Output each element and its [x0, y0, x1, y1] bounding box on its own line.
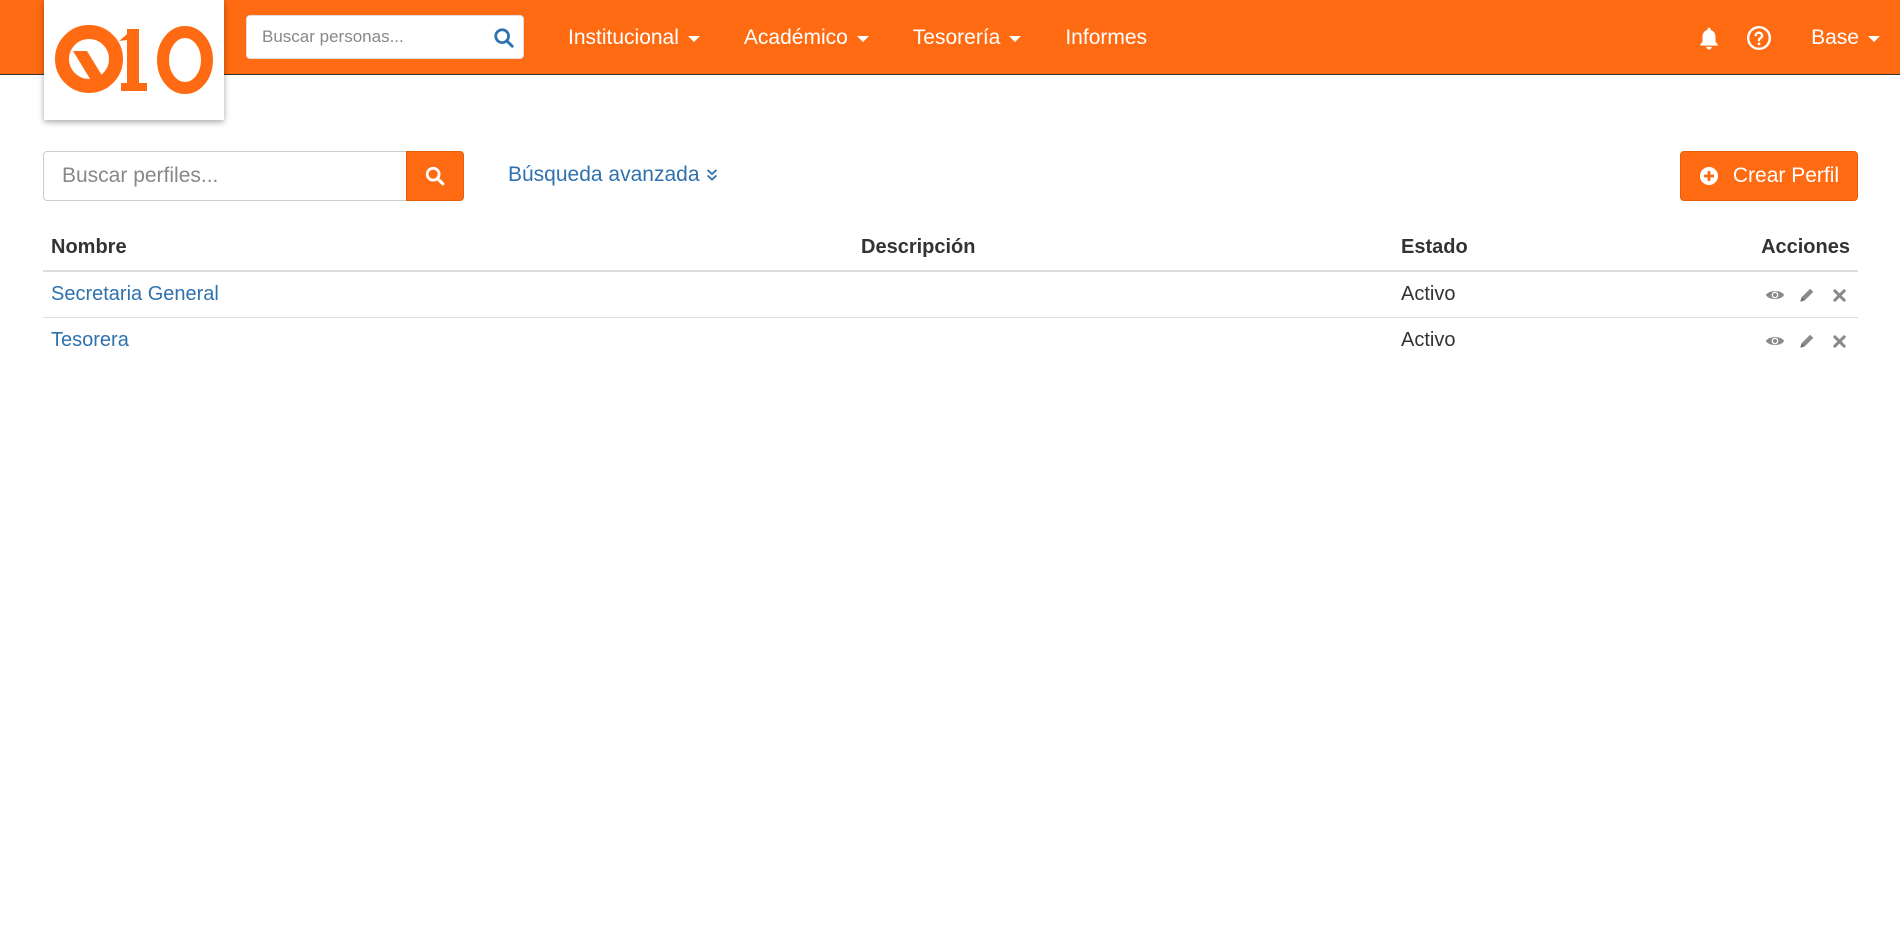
- profile-search-box: [43, 151, 407, 201]
- column-header-nombre[interactable]: Nombre: [51, 236, 127, 259]
- table-header: Nombre Descripción Estado Acciones: [43, 228, 1858, 272]
- double-chevron-down-icon: [706, 169, 717, 181]
- table-row: Secretaria General Activo: [43, 272, 1858, 318]
- top-navbar: Institucional Académico Tesorería Inform…: [0, 0, 1900, 75]
- menu-academico-label: Académico: [743, 25, 848, 49]
- profile-status: Activo: [1401, 283, 1456, 305]
- column-header-estado[interactable]: Estado: [1401, 236, 1468, 259]
- people-search-box: [246, 15, 524, 59]
- row-actions: [1754, 284, 1850, 306]
- profiles-table: Nombre Descripción Estado Acciones Secre…: [43, 228, 1858, 364]
- row-actions: [1754, 330, 1850, 352]
- question-circle-icon[interactable]: [1745, 24, 1773, 52]
- menu-tesoreria-label: Tesorería: [912, 25, 1001, 49]
- column-header-acciones: Acciones: [1761, 236, 1850, 258]
- bell-icon[interactable]: [1695, 24, 1723, 52]
- search-icon[interactable]: [493, 27, 515, 49]
- plus-circle-icon: [1699, 167, 1718, 185]
- menu-academico[interactable]: Académico: [744, 26, 869, 50]
- navbar-right: Base: [1673, 0, 1880, 75]
- column-header-descripcion[interactable]: Descripción: [861, 236, 975, 259]
- pencil-icon[interactable]: [1796, 330, 1818, 352]
- search-icon: [425, 166, 445, 186]
- pencil-icon[interactable]: [1796, 284, 1818, 306]
- user-menu[interactable]: Base: [1811, 26, 1880, 50]
- table-row: Tesorera Activo: [43, 318, 1858, 364]
- profile-name-link[interactable]: Tesorera: [51, 329, 129, 352]
- menu-informes-label: Informes: [1065, 25, 1148, 49]
- caret-down-icon: [687, 36, 700, 42]
- eye-icon[interactable]: [1764, 284, 1786, 306]
- profile-search-input[interactable]: [44, 152, 406, 200]
- advanced-search-label: Búsqueda avanzada: [508, 163, 700, 186]
- menu-informes[interactable]: Informes: [1065, 26, 1147, 50]
- caret-down-icon: [1009, 36, 1022, 42]
- create-profile-label: Crear Perfil: [1732, 164, 1840, 187]
- q10-logo[interactable]: [44, 0, 224, 120]
- main-menu: Institucional Académico Tesorería Inform…: [568, 0, 1191, 75]
- q10-logo-mark: [55, 25, 213, 94]
- close-icon[interactable]: [1828, 330, 1850, 352]
- create-profile-button[interactable]: Crear Perfil: [1680, 151, 1858, 201]
- caret-down-icon: [1868, 36, 1880, 42]
- caret-down-icon: [856, 36, 869, 42]
- profile-status: Activo: [1401, 329, 1456, 351]
- close-icon[interactable]: [1828, 284, 1850, 306]
- advanced-search-link[interactable]: Búsqueda avanzada: [508, 163, 718, 187]
- profile-search-button[interactable]: [406, 151, 464, 201]
- menu-institucional-label: Institucional: [568, 25, 679, 49]
- profile-name-link[interactable]: Secretaria General: [51, 283, 219, 306]
- menu-tesoreria[interactable]: Tesorería: [913, 26, 1022, 50]
- people-search-input[interactable]: [247, 16, 487, 58]
- menu-institucional[interactable]: Institucional: [568, 26, 700, 50]
- toolbar: Búsqueda avanzada Crear Perfil: [43, 151, 1858, 201]
- user-menu-label: Base: [1811, 25, 1859, 49]
- eye-icon[interactable]: [1764, 330, 1786, 352]
